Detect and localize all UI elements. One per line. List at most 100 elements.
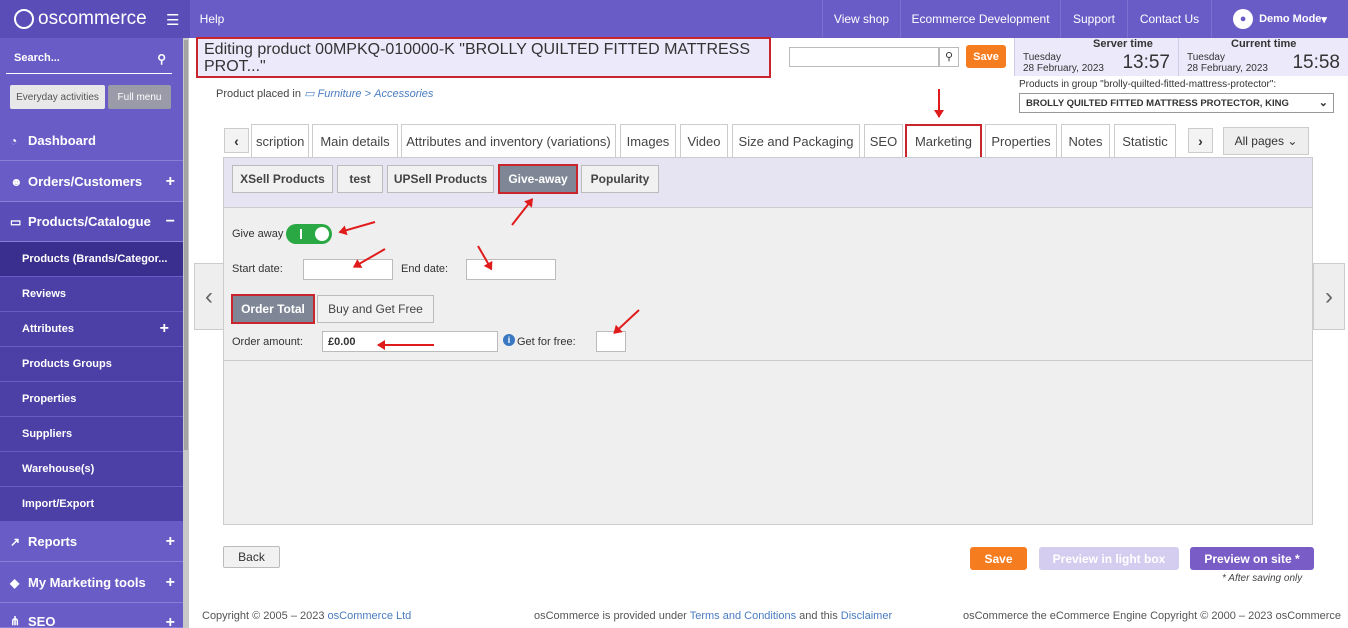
chevron-left-icon: ‹ [234,132,239,149]
sidebar-search[interactable]: Search... ⚲ [6,46,172,74]
caret-down-icon: ▾ [1321,13,1327,26]
folder-icon: ▭ [10,214,22,229]
user-icon: ● [1233,9,1254,29]
tab-properties[interactable]: Properties [985,124,1057,158]
order-total-button[interactable]: Order Total [231,294,315,324]
start-date-input[interactable] [303,259,393,280]
tab-description[interactable]: scription [251,124,309,158]
tabs-prev-button[interactable]: ‹ [224,128,249,153]
order-amount-input[interactable]: £0.00 [322,331,498,352]
minus-icon: − [165,212,175,230]
info-icon[interactable]: i [503,334,515,346]
dashboard-icon: ◔ [10,133,18,148]
after-saving-note: * After saving only [1222,573,1303,584]
tag-icon: ◆ [10,575,20,590]
buy-get-free-button[interactable]: Buy and Get Free [317,295,434,323]
subtab-popularity[interactable]: Popularity [581,165,659,193]
view-shop-link[interactable]: View shop [822,0,900,38]
tab-marketing[interactable]: Marketing [905,124,982,159]
sidebar-subitem-import-export[interactable]: Import/Export [0,487,183,522]
subtab-give-away[interactable]: Give-away [498,164,578,194]
chevron-down-icon: ⌄ [1283,134,1298,148]
sidebar-item-marketing-tools[interactable]: ◆ My Marketing tools + [0,563,183,603]
contact-us-link[interactable]: Contact Us [1127,0,1211,38]
footer-copyright: Copyright © 2005 – 2023 osCommerce Ltd [202,610,412,622]
server-time-box: Server time Tuesday 28 February, 2023 13:… [1014,38,1178,76]
users-icon: ☻ [10,174,23,189]
tab-images[interactable]: Images [620,124,676,158]
plus-icon: + [165,532,175,550]
get-for-free-label: Get for free: [517,336,576,348]
prev-product-arrow[interactable]: ‹ [194,263,224,330]
tab-attributes-inventory[interactable]: Attributes and inventory (variations) [401,124,616,158]
start-date-label: Start date: [232,263,283,275]
chevron-right-icon: › [1325,282,1333,310]
footer-terms: osCommerce is provided under Terms and C… [534,610,893,622]
sidebar-item-products[interactable]: ▭ Products/Catalogue − [0,202,183,242]
sidebar-item-orders[interactable]: ☻ Orders/Customers + [0,162,183,202]
order-amount-label: Order amount: [232,336,303,348]
back-button[interactable]: Back [223,546,280,568]
current-time: 15:58 [1292,52,1340,73]
preview-on-site-button[interactable]: Preview on site * [1190,547,1314,570]
subtab-upsell-products[interactable]: UPSell Products [387,165,494,193]
tabs-next-button[interactable]: › [1188,128,1213,153]
sidebar-subitem-reviews[interactable]: Reviews [0,277,183,312]
products-group-select[interactable]: BROLLY QUILTED FITTED MATTRESS PROTECTOR… [1019,93,1334,113]
get-for-free-input[interactable] [596,331,626,352]
chevron-down-icon: ⌄ [1318,97,1328,109]
search-icon: ⚲ [157,52,166,66]
save-button[interactable]: Save [970,547,1027,570]
annotation-arrow [378,344,434,346]
next-product-arrow[interactable]: › [1313,263,1345,330]
give-away-toggle[interactable] [286,224,332,244]
breadcrumb: Product placed in ▭ Furniture > Accessor… [216,88,434,100]
sidebar-item-seo[interactable]: ⋔ SEO + [0,604,183,628]
search-icon[interactable]: ⚲ [939,47,959,67]
sidebar-subitem-products-groups[interactable]: Products Groups [0,347,183,382]
plus-icon: + [165,573,175,591]
full-menu-button[interactable]: Full menu [108,85,171,109]
all-pages-dropdown[interactable]: All pages ⌄ [1223,127,1309,155]
tab-seo[interactable]: SEO [864,124,903,158]
sidebar-item-dashboard[interactable]: ◔ Dashboard [0,121,183,161]
menu-toggle-icon[interactable]: ☰ [166,11,179,29]
terms-link[interactable]: Terms and Conditions [690,610,796,622]
user-menu[interactable]: ● Demo Mode ▾ [1211,0,1348,38]
current-time-box: Current time Tuesday 28 February, 2023 15… [1178,38,1348,76]
help-link[interactable]: Help [190,0,234,38]
sidebar-subitem-attributes[interactable]: Attributes + [0,312,183,347]
support-link[interactable]: Support [1060,0,1127,38]
tab-statistic[interactable]: Statistic [1114,124,1176,158]
breadcrumb-accessories[interactable]: Accessories [374,88,433,100]
header-save-button[interactable]: Save [966,45,1006,68]
end-date-input[interactable] [466,259,556,280]
sidebar-subitem-properties[interactable]: Properties [0,382,183,417]
everyday-activities-button[interactable]: Everyday activities [10,85,105,109]
tab-notes[interactable]: Notes [1061,124,1110,158]
oscommerce-ltd-link[interactable]: osCommerce Ltd [328,610,412,622]
footer-engine: osCommerce the eCommerce Engine Copyrigh… [963,610,1342,622]
folder-icon: ▭ [304,88,315,100]
subtab-xsell-products[interactable]: XSell Products [232,165,333,193]
header-search-input[interactable] [789,47,939,67]
breadcrumb-furniture[interactable]: Furniture [318,88,362,100]
sidebar-subitem-warehouses[interactable]: Warehouse(s) [0,452,183,487]
plus-icon: + [165,614,175,628]
tab-video[interactable]: Video [680,124,728,158]
plus-icon: + [159,320,169,337]
logo[interactable]: oscommerce [0,0,190,38]
chart-icon: ↗ [10,534,21,549]
logo-icon [14,9,34,29]
sidebar-item-reports[interactable]: ↗ Reports + [0,522,183,562]
tab-main-details[interactable]: Main details [312,124,398,158]
ecommerce-development-link[interactable]: Ecommerce Development [900,0,1060,38]
sidebar-scrollbar-thumb[interactable] [184,40,188,450]
disclaimer-link[interactable]: Disclaimer [841,610,892,622]
preview-lightbox-button[interactable]: Preview in light box [1039,547,1179,570]
sidebar-subitem-products-brands[interactable]: Products (Brands/Categor... [0,242,183,277]
tab-size-packaging[interactable]: Size and Packaging [732,124,860,158]
sidebar-subitem-suppliers[interactable]: Suppliers [0,417,183,452]
products-group-label: Products in group "brolly-quilted-fitted… [1019,79,1277,90]
subtab-test[interactable]: test [337,165,383,193]
